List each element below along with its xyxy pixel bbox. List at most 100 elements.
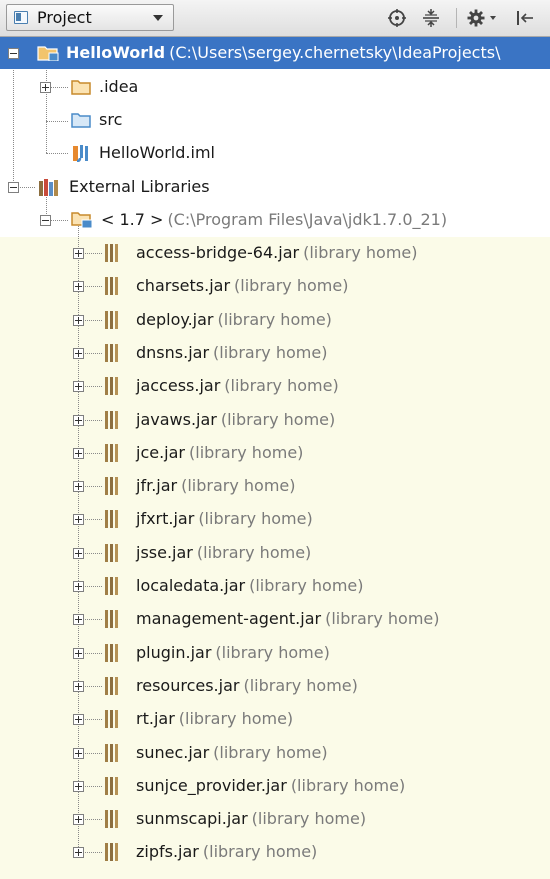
jar-name: resources.jar	[136, 676, 240, 695]
expand-toggle[interactable]	[73, 847, 84, 858]
tree-node-jar[interactable]: jce.jar (library home)	[0, 437, 550, 469]
tree-node-label: jce.jar (library home)	[136, 443, 303, 462]
source-folder-icon	[71, 113, 91, 128]
tree-node-jar[interactable]: resources.jar (library home)	[0, 670, 550, 702]
tree-node-label: rt.jar (library home)	[136, 709, 293, 728]
collapse-toggle[interactable]	[8, 182, 19, 193]
tree-node-jar[interactable]: charsets.jar (library home)	[0, 270, 550, 302]
expand-toggle[interactable]	[73, 448, 84, 459]
tree-node-label: jsse.jar (library home)	[136, 543, 311, 562]
project-view-label: Project	[37, 8, 92, 27]
expand-toggle[interactable]	[73, 481, 84, 492]
jar-name: access-bridge-64.jar	[136, 243, 300, 262]
tree-node-label: jfr.jar (library home)	[136, 476, 296, 495]
expand-toggle[interactable]	[73, 315, 84, 326]
expand-toggle[interactable]	[73, 348, 84, 359]
expand-toggle[interactable]	[73, 714, 84, 725]
tree-node-label: charsets.jar (library home)	[136, 276, 348, 295]
folder-icon	[71, 80, 91, 95]
scroll-from-source-button[interactable]	[384, 6, 410, 30]
jar-hint: (library home)	[234, 276, 349, 295]
tree-node-label: dnsns.jar (library home)	[136, 343, 327, 362]
expand-toggle[interactable]	[73, 648, 84, 659]
jar-name: sunjce_provider.jar	[136, 776, 287, 795]
jar-icon	[105, 411, 118, 429]
jar-icon	[105, 477, 118, 495]
tree-node-iml[interactable]: HelloWorld.iml	[0, 137, 550, 169]
tree-node-jar[interactable]: sunjce_provider.jar (library home)	[0, 770, 550, 802]
iml-file-icon	[73, 145, 88, 162]
tree-node-idea[interactable]: .idea	[0, 71, 550, 103]
expand-toggle[interactable]	[73, 281, 84, 292]
tree-node-jar[interactable]: javaws.jar (library home)	[0, 404, 550, 436]
jar-name: jce.jar	[136, 443, 185, 462]
expand-toggle[interactable]	[73, 415, 84, 426]
project-view-selector[interactable]: Project	[6, 4, 174, 31]
jar-name: plugin.jar	[136, 643, 212, 662]
jar-icon	[105, 444, 118, 462]
tree-node-jar[interactable]: dnsns.jar (library home)	[0, 337, 550, 369]
tree-node-label: jaccess.jar (library home)	[136, 376, 339, 395]
tree-node-jar[interactable]: access-bridge-64.jar (library home)	[0, 237, 550, 269]
jar-hint: (library home)	[325, 609, 440, 628]
collapse-all-button[interactable]	[418, 6, 444, 30]
tree-node-label: localedata.jar (library home)	[136, 576, 363, 595]
project-toolbar: Project	[0, 0, 550, 37]
collapse-toggle[interactable]	[8, 48, 19, 59]
jdk-name: < 1.7 >	[101, 210, 164, 229]
jar-icon	[105, 544, 118, 562]
module-name: HelloWorld	[66, 43, 166, 62]
expand-toggle[interactable]	[73, 548, 84, 559]
module-folder-icon	[37, 46, 59, 61]
jar-icon	[105, 710, 118, 728]
collapse-toggle[interactable]	[40, 215, 51, 226]
expand-toggle[interactable]	[73, 748, 84, 759]
tree-node-jar[interactable]: jfr.jar (library home)	[0, 470, 550, 502]
tree-node-jar[interactable]: deploy.jar (library home)	[0, 304, 550, 336]
tree-node-external-libraries[interactable]: External Libraries	[0, 171, 550, 203]
tree-node-helloworld[interactable]: HelloWorld (C:\Users\sergey.chernetsky\Id…	[0, 37, 550, 69]
toolbar-separator	[456, 8, 457, 28]
jar-icon	[105, 277, 118, 295]
jar-icon	[105, 777, 118, 795]
tree-node-src[interactable]: src	[0, 104, 550, 136]
expand-toggle[interactable]	[73, 514, 84, 525]
tree-node-label: < 1.7 > (C:\Program Files\Java\jdk1.7.0_2…	[101, 210, 447, 229]
expand-toggle[interactable]	[73, 781, 84, 792]
jar-hint: (library home)	[196, 543, 312, 562]
tree-node-jar[interactable]: management-agent.jar (library home)	[0, 603, 550, 635]
tree-node-jar[interactable]: sunmscapi.jar (library home)	[0, 803, 550, 835]
tree-node-jar[interactable]: jsse.jar (library home)	[0, 537, 550, 569]
tree-node-jar[interactable]: sunec.jar (library home)	[0, 737, 550, 769]
hide-panel-button[interactable]	[510, 6, 540, 30]
tree-node-jar[interactable]: plugin.jar (library home)	[0, 637, 550, 669]
tree-node-label: src	[99, 110, 123, 129]
jar-icon	[105, 244, 118, 262]
expand-toggle[interactable]	[73, 814, 84, 825]
expand-toggle[interactable]	[73, 581, 84, 592]
tree-node-jar[interactable]: rt.jar (library home)	[0, 703, 550, 735]
tree-node-jar[interactable]: localedata.jar (library home)	[0, 570, 550, 602]
jar-hint: (library home)	[251, 809, 367, 828]
jar-hint: (library home)	[249, 576, 364, 595]
jar-name: management-agent.jar	[136, 609, 322, 628]
module-path: (C:\Users\sergey.chernetsky\IdeaProjects…	[169, 43, 501, 62]
tree-node-jar[interactable]: zipfs.jar (library home)	[0, 836, 550, 868]
tree-node-jar[interactable]: jfxrt.jar (library home)	[0, 503, 550, 535]
tree-node-jdk[interactable]: < 1.7 > (C:\Program Files\Java\jdk1.7.0_2…	[0, 204, 550, 236]
expand-toggle[interactable]	[40, 82, 51, 93]
expand-toggle[interactable]	[73, 381, 84, 392]
tree-node-label: plugin.jar (library home)	[136, 643, 330, 662]
jar-icon	[105, 843, 118, 861]
expand-toggle[interactable]	[73, 614, 84, 625]
expand-toggle[interactable]	[73, 248, 84, 259]
jar-icon	[105, 311, 118, 329]
tree-node-jar[interactable]: jaccess.jar (library home)	[0, 370, 550, 402]
jar-name: jsse.jar	[136, 543, 193, 562]
jar-name: sunec.jar	[136, 743, 210, 762]
jar-name: javaws.jar	[136, 410, 217, 429]
jar-name: localedata.jar	[136, 576, 246, 595]
project-view-icon	[14, 11, 28, 24]
expand-toggle[interactable]	[73, 681, 84, 692]
settings-button[interactable]	[464, 6, 502, 30]
